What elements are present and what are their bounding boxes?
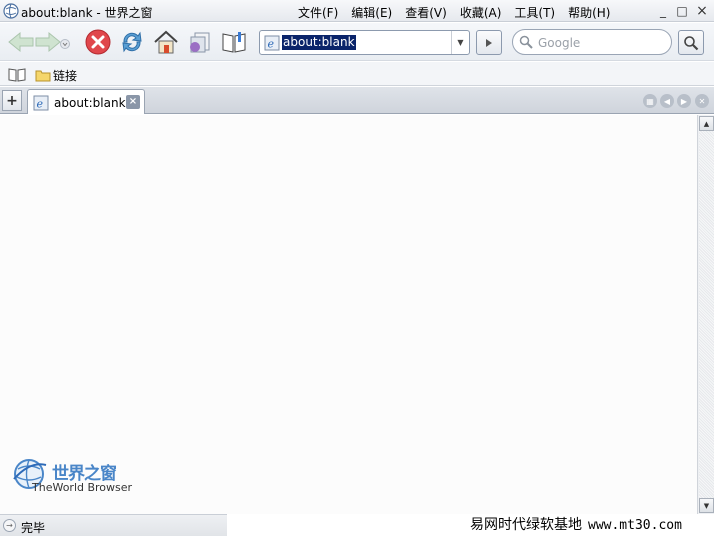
refresh-icon — [122, 31, 142, 53]
links-bar: 链接 — [0, 62, 714, 86]
favorites-book-icon[interactable] — [8, 66, 26, 82]
book-icon — [222, 32, 246, 53]
watermark-chinese-text: 易网时代绿软基地 — [470, 516, 582, 532]
window-title: about:blank - 世界之窗 — [21, 6, 153, 20]
folder-icon — [35, 70, 51, 82]
status-bar: → 完毕 易网时代绿软基地 www.mt30.com — [0, 514, 714, 536]
search-input[interactable]: Google — [538, 36, 580, 50]
favorites-button[interactable] — [219, 27, 249, 57]
scroll-up-button[interactable]: ▲ — [699, 116, 714, 131]
status-panel: → 完毕 — [0, 514, 227, 536]
tab-about-blank[interactable]: e about:blank × — [27, 89, 145, 114]
scroll-track[interactable] — [699, 131, 714, 498]
search-icon — [519, 35, 533, 49]
watermark-url: www.mt30.com — [588, 518, 682, 533]
home-button[interactable] — [151, 27, 181, 57]
minimize-button[interactable]: _ — [655, 3, 671, 19]
chevron-down-icon — [60, 39, 70, 49]
scroll-down-button[interactable]: ▼ — [699, 498, 714, 513]
tab-list-icon[interactable]: ▦ — [643, 94, 657, 108]
svg-text:e: e — [37, 98, 44, 111]
address-bar[interactable]: e about:blank ▼ — [259, 30, 470, 55]
back-button[interactable] — [6, 27, 36, 57]
address-input[interactable]: about:blank — [282, 35, 356, 50]
logo-english-text: TheWorld Browser — [32, 481, 133, 494]
page-content[interactable]: 世界之窗 TheWorld Browser — [0, 115, 697, 514]
title-bar: about:blank - 世界之窗 文件(F) 编辑(E) 查看(V) 收藏(… — [0, 0, 714, 22]
status-text: 完毕 — [21, 521, 46, 535]
stop-icon — [85, 29, 111, 55]
tab-scroll-left-icon[interactable]: ◀ — [660, 94, 674, 108]
menu-tools[interactable]: 工具(T) — [514, 4, 555, 21]
address-dropdown-button[interactable]: ▼ — [451, 31, 469, 54]
menu-edit[interactable]: 编辑(E) — [351, 4, 392, 21]
magnifier-icon — [684, 35, 699, 50]
play-arrow-icon — [486, 38, 492, 47]
links-folder-label: 链接 — [53, 69, 78, 83]
home-icon — [154, 30, 178, 54]
site-watermark: 易网时代绿软基地 www.mt30.com — [470, 514, 682, 534]
refresh-button[interactable] — [117, 27, 147, 57]
restore-pages-icon — [190, 32, 210, 53]
search-button[interactable] — [678, 30, 704, 55]
search-box[interactable]: Google — [512, 29, 672, 55]
restore-closed-button[interactable] — [185, 27, 215, 57]
tab-bar: + e about:blank × ▦ ◀ ▶ ✕ — [0, 87, 714, 114]
tab-label: about:blank — [54, 96, 126, 110]
history-dropdown[interactable] — [58, 37, 72, 51]
tab-scroll-right-icon[interactable]: ▶ — [677, 94, 691, 108]
page-ie-icon: e — [33, 95, 49, 111]
stop-button[interactable] — [83, 27, 113, 57]
maximize-button[interactable]: □ — [674, 3, 690, 19]
close-all-tabs-icon[interactable]: ✕ — [695, 94, 709, 108]
menu-help[interactable]: 帮助(H) — [568, 4, 610, 21]
menu-favorites[interactable]: 收藏(A) — [460, 4, 502, 21]
svg-text:e: e — [268, 38, 275, 51]
vertical-scrollbar[interactable]: ▲ ▼ — [697, 115, 714, 514]
links-folder[interactable]: 链接 — [35, 67, 77, 84]
browser-globe-icon — [3, 3, 19, 19]
menu-bar: 文件(F) 编辑(E) 查看(V) 收藏(A) 工具(T) 帮助(H) — [298, 4, 610, 21]
page-ie-icon: e — [264, 35, 280, 51]
menu-view[interactable]: 查看(V) — [405, 4, 447, 21]
close-button[interactable]: × — [694, 3, 710, 19]
new-tab-button[interactable]: + — [2, 90, 22, 111]
tab-close-icon[interactable]: × — [126, 95, 140, 109]
back-arrow-icon — [8, 31, 34, 53]
status-arrow-icon: → — [3, 519, 16, 532]
go-button[interactable] — [476, 30, 502, 55]
menu-file[interactable]: 文件(F) — [298, 4, 338, 21]
navigation-toolbar: e about:blank ▼ Google — [0, 23, 714, 61]
